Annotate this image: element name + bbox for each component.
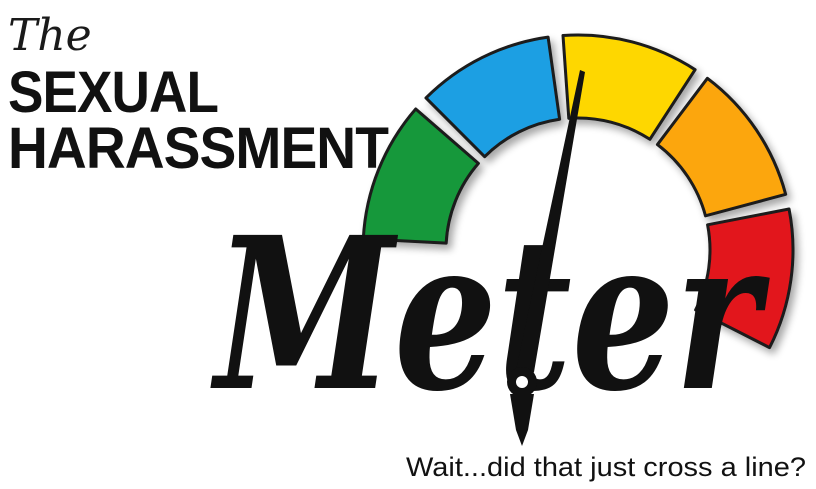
title-harassment: HARASSMENT	[8, 116, 389, 181]
logo-graphic: The SEXUAL HARASSMENT Meter Wait...did t…	[8, 10, 806, 482]
tagline: Wait...did that just cross a line?	[406, 452, 806, 482]
title-the: The	[8, 10, 92, 61]
meter-script-word: Meter	[210, 191, 770, 438]
logo-canvas: The SEXUAL HARASSMENT Meter Wait...did t…	[0, 0, 816, 489]
